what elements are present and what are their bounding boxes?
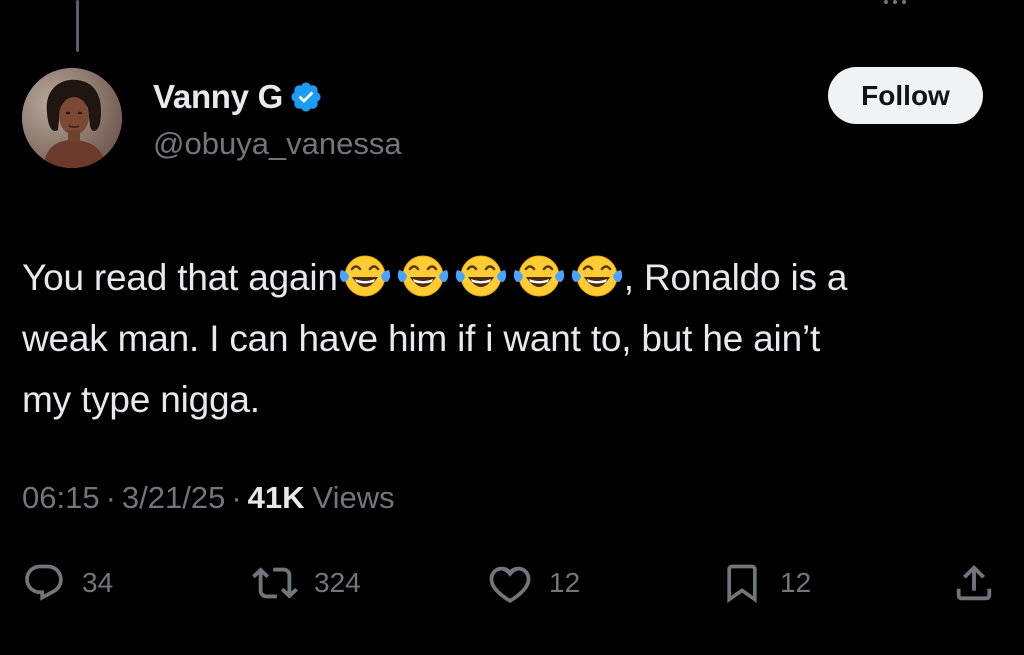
emoji-group [338, 252, 624, 300]
follow-button[interactable]: Follow [828, 67, 983, 124]
like-button[interactable]: 12 [487, 555, 580, 611]
face-with-tears-of-joy-icon [512, 252, 566, 300]
face-with-tears-of-joy-icon [396, 252, 450, 300]
thread-connector-line [76, 0, 79, 52]
views-label: Views [312, 480, 395, 515]
repost-button[interactable]: 324 [252, 555, 361, 611]
tweet-text-line-1: You read that again , Ronaldo is a [22, 247, 1007, 308]
more-options-icon[interactable] [884, 0, 906, 4]
author-display-name[interactable]: Vanny G [153, 78, 323, 116]
face-with-tears-of-joy-icon [454, 252, 508, 300]
bookmark-icon [720, 561, 764, 605]
bookmark-button[interactable]: 12 [720, 555, 811, 611]
tweet-meta: 06:15 · 3/21/25 · 41K Views [22, 480, 395, 516]
tweet-text-line-3: my type nigga. [22, 379, 260, 420]
views-count[interactable]: 41K [248, 480, 305, 516]
meta-separator: · [231, 480, 242, 515]
like-count: 12 [549, 567, 581, 598]
text-segment: You read that again [22, 257, 338, 298]
action-bar: 34 324 12 12 [0, 555, 1024, 615]
author-handle[interactable]: @obuya_vanessa [153, 126, 402, 162]
avatar-image [22, 68, 122, 168]
face-with-tears-of-joy-icon [570, 252, 624, 300]
meta-separator: · [105, 480, 116, 515]
like-icon [487, 560, 533, 606]
verified-badge-icon[interactable] [289, 80, 323, 114]
repost-icon [252, 560, 298, 606]
tweet-date[interactable]: 3/21/25 [122, 480, 225, 516]
reply-count: 34 [82, 567, 114, 598]
share-button[interactable] [951, 555, 997, 611]
tweet-detail: Vanny G @obuya_vanessa Follow You read t… [0, 0, 1024, 655]
display-name-text: Vanny G [153, 78, 283, 115]
share-icon [951, 560, 997, 606]
reply-icon [22, 561, 66, 605]
tweet-text: You read that again , Ronaldo is a weak m… [22, 247, 1007, 430]
tweet-text-line-2: weak man. I can have him if i want to, b… [22, 318, 821, 359]
reply-button[interactable]: 34 [22, 555, 113, 611]
text-segment: , Ronaldo is a [623, 257, 848, 298]
face-with-tears-of-joy-icon [338, 252, 392, 300]
bookmark-count: 12 [780, 567, 812, 598]
tweet-time[interactable]: 06:15 [22, 480, 100, 516]
avatar[interactable] [22, 68, 122, 168]
repost-count: 324 [314, 567, 361, 598]
